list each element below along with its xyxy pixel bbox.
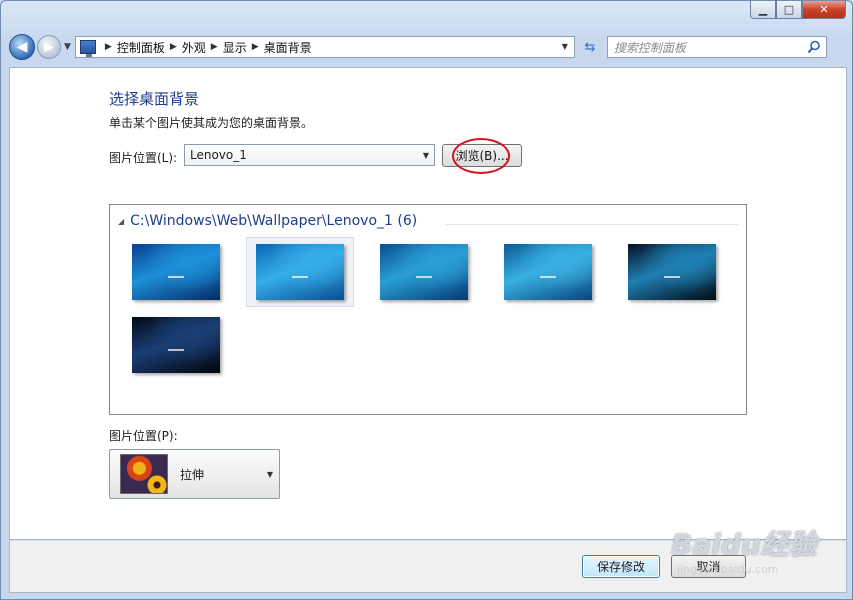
wallpaper-thumbnail[interactable] — [122, 310, 230, 380]
wallpaper-thumbnail[interactable] — [618, 237, 726, 307]
arrow-right-icon: ▶ — [44, 39, 54, 55]
control-panel-window: ▁ □ ✕ ◀ ▶ ▼ ▶ 控制面板 ▶ 外观 ▶ 显示 ▶ 桌面背景 ▼ ⇆ … — [0, 0, 853, 600]
picture-position-label: 图片位置(P): — [109, 429, 178, 443]
chevron-down-icon: ▼ — [266, 470, 273, 479]
lenovo-logo-mark — [664, 276, 680, 279]
wallpaper-thumbnail[interactable] — [246, 237, 354, 307]
address-dropdown-icon[interactable]: ▼ — [562, 42, 568, 51]
arrow-left-icon: ◀ — [16, 39, 28, 55]
picture-location-select[interactable]: Lenovo_1 ▼ — [184, 144, 435, 166]
control-panel-monitor-icon — [79, 40, 96, 57]
back-button[interactable]: ◀ — [9, 34, 35, 60]
search-placeholder: 搜索控制面板 — [613, 40, 686, 55]
position-preview-image — [120, 454, 168, 494]
lenovo-logo-mark — [168, 276, 184, 279]
lenovo-logo-mark — [168, 349, 184, 352]
picture-position-value: 拉伸 — [180, 467, 205, 482]
collapse-triangle-icon[interactable]: ◢ — [118, 217, 124, 226]
breadcrumb-appearance[interactable]: 外观 — [182, 39, 206, 56]
breadcrumb-desktop-background[interactable]: 桌面背景 — [264, 39, 312, 56]
picture-position-select[interactable]: 拉伸 ▼ — [109, 449, 280, 499]
chevron-down-icon: ▼ — [422, 151, 429, 160]
baidu-watermark: Baidu经验 jingyan.baidu.com — [671, 511, 841, 581]
highlight-circle — [452, 138, 510, 174]
wallpaper-thumbnail[interactable] — [122, 237, 230, 307]
search-box[interactable]: 搜索控制面板 — [606, 36, 827, 58]
search-icon[interactable] — [807, 40, 821, 54]
page-title: 选择桌面背景 — [109, 90, 200, 108]
breadcrumb-display[interactable]: 显示 — [223, 39, 247, 56]
lenovo-wallpaper-4 — [504, 244, 592, 300]
lenovo-logo-mark — [416, 276, 432, 279]
close-button[interactable]: ✕ — [802, 1, 846, 19]
breadcrumb-separator-icon[interactable]: ▶ — [211, 42, 218, 52]
breadcrumb-separator-icon[interactable]: ▶ — [252, 42, 259, 52]
lenovo-wallpaper-2 — [256, 244, 344, 300]
watermark-url: jingyan.baidu.com — [677, 563, 779, 576]
wallpaper-thumbnail[interactable] — [494, 237, 602, 307]
wallpaper-gallery[interactable]: ◢ C:\Windows\Web\Wallpaper\Lenovo_1 (6) — [109, 204, 747, 415]
window-caption-buttons: ▁ □ ✕ — [750, 1, 846, 19]
page-instructions: 单击某个图片使其成为您的桌面背景。 — [109, 116, 314, 130]
breadcrumb-separator-icon[interactable]: ▶ — [170, 42, 177, 52]
wallpaper-thumbnail[interactable] — [370, 237, 478, 307]
lenovo-wallpaper-5 — [628, 244, 716, 300]
breadcrumb-separator-icon[interactable]: ▶ — [105, 42, 112, 52]
group-divider — [446, 224, 738, 225]
picture-location-value: Lenovo_1 — [190, 148, 247, 162]
lenovo-wallpaper-1 — [132, 244, 220, 300]
minimize-button[interactable]: ▁ — [750, 1, 776, 19]
lenovo-logo-mark — [292, 276, 308, 279]
content-pane: 选择桌面背景 单击某个图片使其成为您的桌面背景。 图片位置(L): Lenovo… — [9, 67, 847, 540]
breadcrumb-control-panel[interactable]: 控制面板 — [117, 39, 165, 56]
navigation-bar: ◀ ▶ ▼ ▶ 控制面板 ▶ 外观 ▶ 显示 ▶ 桌面背景 ▼ ⇆ 搜索控制面板 — [9, 33, 847, 61]
watermark-brand: Baidu经验 — [671, 528, 817, 561]
lenovo-wallpaper-6 — [132, 317, 220, 373]
lenovo-logo-mark — [540, 276, 556, 279]
gallery-group-header[interactable]: ◢ C:\Windows\Web\Wallpaper\Lenovo_1 (6) — [118, 213, 417, 229]
gallery-group-path: C:\Windows\Web\Wallpaper\Lenovo_1 (6) — [130, 213, 418, 229]
lenovo-wallpaper-3 — [380, 244, 468, 300]
address-bar[interactable]: ▶ 控制面板 ▶ 外观 ▶ 显示 ▶ 桌面背景 ▼ — [74, 36, 575, 58]
refresh-button[interactable]: ⇆ — [577, 36, 603, 58]
forward-button[interactable]: ▶ — [37, 35, 61, 59]
refresh-icon: ⇆ — [584, 39, 596, 55]
maximize-button[interactable]: □ — [776, 1, 802, 19]
save-changes-button[interactable]: 保存修改 — [582, 555, 660, 578]
recent-pages-dropdown-icon[interactable]: ▼ — [64, 42, 71, 52]
picture-location-label: 图片位置(L): — [109, 151, 178, 165]
